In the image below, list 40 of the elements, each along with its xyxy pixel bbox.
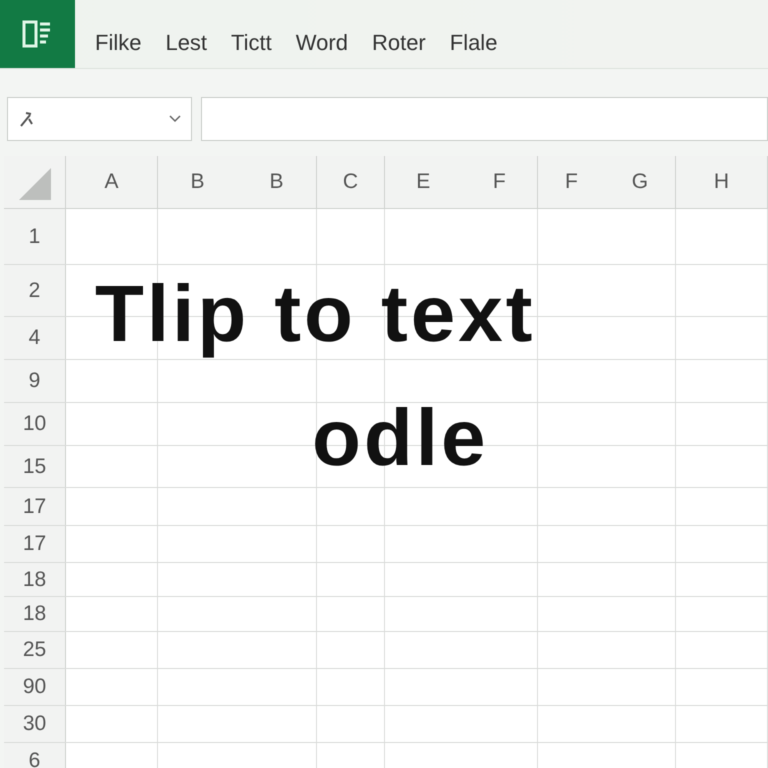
column-label: E [416, 170, 430, 194]
row-header[interactable]: 18 [4, 597, 66, 631]
column-header[interactable]: H [676, 156, 768, 208]
column-header[interactable]: E F [385, 156, 538, 208]
row-header[interactable]: 18 [4, 563, 66, 596]
column-label: F [564, 170, 578, 194]
column-label: H [714, 170, 730, 194]
menu-item[interactable]: Word [286, 22, 358, 64]
column-header[interactable]: B B [158, 156, 317, 208]
row-header[interactable]: 17 [4, 488, 66, 525]
menu-item[interactable]: Tictt [221, 22, 282, 64]
column-label: B [269, 170, 284, 194]
app-logo[interactable] [0, 0, 75, 68]
column-label: C [342, 170, 358, 194]
column-header[interactable]: A [66, 156, 158, 208]
row-header[interactable]: 90 [4, 669, 66, 705]
column-label: G [632, 170, 648, 194]
row-header[interactable]: 17 [4, 526, 66, 562]
column-header[interactable]: F G [538, 156, 676, 208]
column-label: B [190, 170, 204, 194]
menu-item[interactable]: Roter [362, 22, 436, 64]
row-header[interactable]: 30 [4, 706, 66, 742]
dropdown-caret-icon[interactable] [169, 115, 181, 123]
row-header[interactable]: 9 [4, 360, 66, 402]
row-header[interactable]: 15 [4, 446, 66, 487]
formula-field[interactable] [201, 97, 768, 141]
column-header[interactable]: C [317, 156, 385, 208]
row-header[interactable]: 10 [4, 403, 66, 445]
row-header[interactable]: 6 [4, 743, 66, 768]
row-header[interactable]: 25 [4, 632, 66, 668]
menu-item[interactable]: Flale [440, 22, 508, 64]
row-header[interactable]: 2 [4, 265, 66, 316]
menu-item[interactable]: Filke [85, 22, 152, 64]
column-label: F [492, 170, 506, 194]
menu-item[interactable]: Lest [155, 22, 218, 64]
overlay-text: odle [312, 398, 488, 478]
select-all-icon[interactable] [18, 168, 50, 200]
row-header[interactable]: 4 [4, 317, 66, 359]
column-label: A [104, 170, 118, 194]
row-header[interactable]: 1 [4, 209, 66, 264]
